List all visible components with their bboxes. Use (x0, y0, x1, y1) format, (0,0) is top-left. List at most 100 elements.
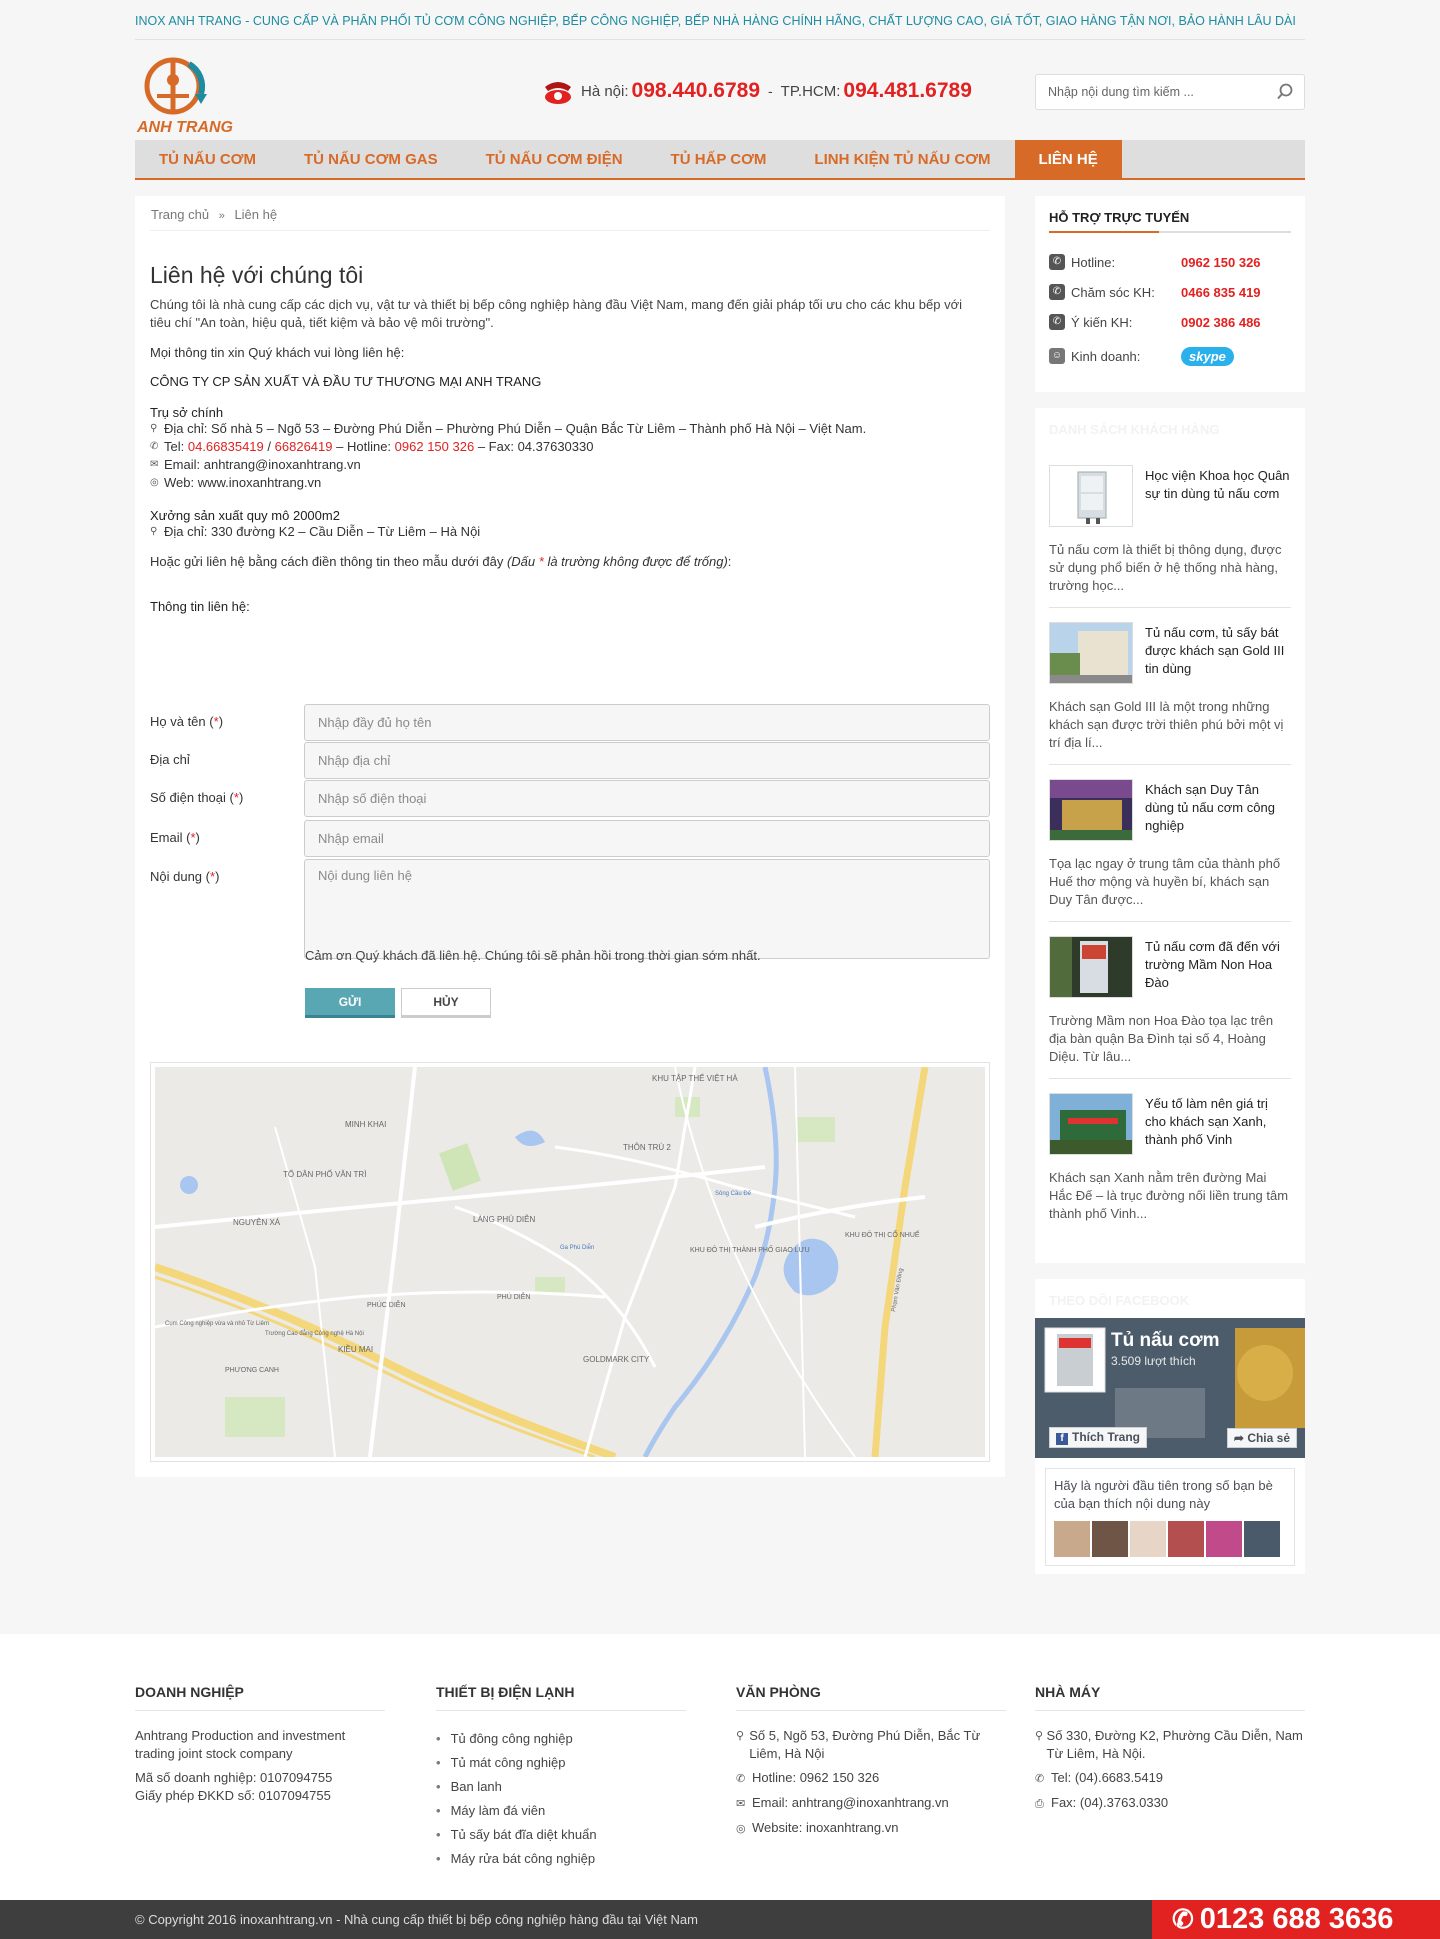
support-title: HỖ TRỢ TRỰC TUYẾN (1049, 210, 1291, 233)
friend-avatar[interactable] (1206, 1521, 1242, 1557)
phone-input[interactable] (304, 780, 990, 817)
nav-lien-he[interactable]: LIÊN HỆ (1014, 140, 1122, 178)
facebook-page-name[interactable]: Tủ nấu cơm (1111, 1330, 1220, 1352)
head-office-title: Trụ sở chính (150, 405, 224, 420)
support-sales-row: ☺ Kinh doanh: skype (1049, 337, 1291, 375)
send-button[interactable]: GỬI (305, 988, 395, 1018)
page-title: Liên hệ với chúng tôi (150, 262, 364, 288)
name-input[interactable] (304, 704, 990, 741)
customer-name[interactable]: Khách sạn Duy Tân dùng tủ nấu cơm công n… (1145, 779, 1291, 841)
hotline-badge[interactable]: ✆ 0123 688 3636 (1152, 1900, 1440, 1939)
tel-number-2[interactable]: 66826419 (275, 438, 333, 456)
top-tagline: INOX ANH TRANG - CUNG CẤP VÀ PHÂN PHỐI T… (135, 0, 1305, 40)
customer-thumbnail[interactable] (1049, 465, 1133, 527)
copyright-text: © Copyright 2016 inoxanhtrang.vn - Nhà c… (135, 1912, 698, 1927)
customer-thumbnail[interactable] (1049, 622, 1133, 684)
footer-equipment-item[interactable]: • Tủ đông công nghiệp (436, 1727, 686, 1751)
friend-avatar[interactable] (1168, 1521, 1204, 1557)
head-office-email: ✉ Email: anhtrang@inoxanhtrang.vn (150, 456, 990, 474)
customer-thumbnail[interactable] (1049, 936, 1133, 998)
site-logo[interactable]: ANH TRANG (135, 50, 265, 136)
footer-equipment-item[interactable]: • Ban lanh (436, 1775, 686, 1799)
content-textarea[interactable] (304, 859, 990, 959)
footer-factory-title: NHÀ MÁY (1035, 1684, 1305, 1711)
phone-icon: ✆ (1049, 314, 1065, 330)
hcm-number[interactable]: 094.481.6789 (843, 79, 971, 103)
nav-tu-nau-com-gas[interactable]: TỦ NẤU CƠM GAS (280, 140, 462, 178)
footer-factory-tel: ✆ Tel: (04).6683.5419 (1035, 1769, 1305, 1788)
google-map[interactable]: KHU TẬP THỂ VIỆT HÀ MINH KHAI THÔN TRÙ 2… (150, 1062, 990, 1462)
map-pin-icon: ⚲ (736, 1730, 745, 1742)
phone-icon: ✆ (1049, 284, 1065, 300)
phone-icon: ✆ (1049, 254, 1065, 270)
footer-factory-fax: ⎙ Fax: (04).3763.0330 (1035, 1794, 1305, 1813)
customer-item[interactable]: Yếu tố làm nên giá trị cho khách sạn Xan… (1049, 1079, 1291, 1235)
hotline-number[interactable]: 0962 150 326 (395, 438, 475, 456)
nav-tu-hap-com[interactable]: TỦ HẤP CƠM (647, 140, 791, 178)
friend-avatar[interactable] (1054, 1521, 1090, 1557)
breadcrumb-home[interactable]: Trang chủ (151, 207, 209, 222)
footer-equipment-item[interactable]: • Máy rửa bát công nghiệp (436, 1847, 686, 1871)
customer-thumbnail[interactable] (1049, 1093, 1133, 1155)
search-icon[interactable] (1276, 83, 1294, 101)
footer-col-office: VĂN PHÒNG ⚲ Số 5, Ngõ 53, Đường Phú Diễn,… (736, 1684, 1006, 1838)
footer-office-website: ◎ Website: inoxanhtrang.vn (736, 1819, 1006, 1838)
fax-icon: ⎙ (1035, 1798, 1044, 1810)
tel-number-1[interactable]: 04.66835419 (188, 438, 264, 456)
nav-linh-kien[interactable]: LINH KIỆN TỦ NẤU CƠM (790, 140, 1014, 178)
facebook-cover[interactable]: Tủ nấu cơm 3.509 lượt thích f Thích Trang… (1035, 1318, 1305, 1458)
web-text[interactable]: Web: www.inoxanhtrang.vn (164, 474, 321, 492)
tel-separator: / (267, 439, 272, 454)
factory-title: Xưởng sản xuất quy mô 2000m2 (150, 508, 340, 523)
facebook-like-button[interactable]: f Thích Trang (1049, 1427, 1148, 1448)
support-hotline-number[interactable]: 0962 150 326 (1181, 255, 1261, 270)
email-input[interactable] (304, 820, 990, 857)
customer-item[interactable]: Tủ nấu cơm, tủ sấy bát được khách sạn Go… (1049, 608, 1291, 765)
facebook-share-button[interactable]: ➦ Chia sẻ (1226, 1428, 1297, 1448)
customer-name[interactable]: Tủ nấu cơm, tủ sấy bát được khách sạn Go… (1145, 622, 1291, 684)
map-label-kieu-mai: KIỀU MAI (338, 1344, 373, 1354)
content-panel: Trang chủ » Liên hệ Liên hệ với chúng tô… (135, 196, 1005, 1477)
footer-col-equipment: THIẾT BỊ ĐIỆN LẠNH • Tủ đông công nghiệp … (436, 1684, 686, 1871)
footer-equipment-item[interactable]: • Tủ mát công nghiệp (436, 1751, 686, 1775)
support-care-number[interactable]: 0466 835 419 (1181, 285, 1261, 300)
search-input[interactable] (1036, 75, 1256, 109)
hotline-badge-number[interactable]: 0123 688 3636 (1200, 1903, 1394, 1935)
address-input[interactable] (304, 742, 990, 779)
map-pin-icon: ⚲ (150, 526, 158, 537)
support-care-label: Chăm sóc KH: (1071, 284, 1155, 300)
customer-item[interactable]: Tủ nấu cơm đã đến với trường Mầm Non Hoa… (1049, 922, 1291, 1079)
support-feedback-number[interactable]: 0902 386 486 (1181, 315, 1261, 330)
email-text[interactable]: Email: anhtrang@inoxanhtrang.vn (164, 456, 361, 474)
factory-address: ⚲ Địa chỉ: 330 đường K2 – Cầu Diễn – Từ … (150, 523, 990, 541)
share-arrow-icon: ➦ (1233, 1431, 1248, 1445)
customer-thumbnail[interactable] (1049, 779, 1133, 841)
footer-equipment-item[interactable]: • Máy làm đá viên (436, 1799, 686, 1823)
factory-address-text: Địa chỉ: 330 đường K2 – Cầu Diễn – Từ Li… (164, 524, 481, 539)
breadcrumb-separator: » (218, 210, 225, 222)
company-name: CÔNG TY CP SẢN XUẤT VÀ ĐẦU TƯ THƯƠNG MẠI… (150, 374, 542, 389)
envelope-icon: ✉ (736, 1798, 746, 1810)
footer-office-email: ✉ Email: anhtrang@inoxanhtrang.vn (736, 1794, 1006, 1813)
phone-label: Số điện thoại (*) (150, 790, 244, 805)
nav-tu-nau-com-dien[interactable]: TỦ NẤU CƠM ĐIỆN (462, 140, 647, 178)
friend-avatar[interactable] (1244, 1521, 1280, 1557)
customer-name[interactable]: Học viện Khoa học Quân sự tin dùng tủ nấ… (1145, 465, 1291, 527)
customer-name[interactable]: Tủ nấu cơm đã đến với trường Mầm Non Hoa… (1145, 936, 1291, 998)
map-label-phu-dien: PHÚ DIỄN (497, 1292, 530, 1301)
friend-avatar[interactable] (1092, 1521, 1128, 1557)
footer-equipment-item[interactable]: • Tủ sấy bát đĩa diệt khuẩn (436, 1823, 686, 1847)
customer-name[interactable]: Yếu tố làm nên giá trị cho khách sạn Xan… (1145, 1093, 1291, 1155)
nav-tu-nau-com[interactable]: TỦ NẤU CƠM (135, 140, 280, 178)
phone-icon: ✆ (736, 1773, 746, 1785)
skype-button[interactable]: skype (1181, 346, 1234, 366)
customer-item[interactable]: Học viện Khoa học Quân sự tin dùng tủ nấ… (1049, 451, 1291, 608)
facebook-panel: THEO DÕI FACEBOOK Tủ nấu cơm 3.509 lượt … (1035, 1279, 1305, 1574)
map-label-phuong-canh: PHƯƠNG CANH (225, 1367, 279, 1374)
cancel-button[interactable]: HỦY (401, 988, 491, 1018)
friend-avatar[interactable] (1130, 1521, 1166, 1557)
customer-desc: Tủ nấu cơm là thiết bị thông dụng, được … (1049, 542, 1282, 593)
map-canvas[interactable]: KHU TẬP THỂ VIỆT HÀ MINH KHAI THÔN TRÙ 2… (155, 1067, 985, 1457)
customer-item[interactable]: Khách sạn Duy Tân dùng tủ nấu cơm công n… (1049, 765, 1291, 922)
hanoi-number[interactable]: 098.440.6789 (632, 79, 760, 103)
